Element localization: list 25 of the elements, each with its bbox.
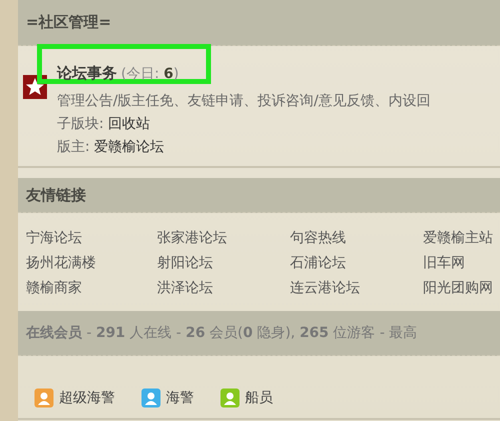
subforum-label: 子版块: <box>57 116 105 132</box>
user-group-label: 船员 <box>245 389 273 407</box>
friend-link[interactable]: 旧车网 <box>423 254 500 272</box>
online-summary: 在线会员 - 291 人在线 - 26 会员(0 隐身), 265 位游客 - 最高 <box>26 324 418 342</box>
friend-link[interactable]: 石浦论坛 <box>290 254 423 272</box>
moderator-link[interactable]: 爱赣榆论坛 <box>94 139 164 155</box>
friend-link[interactable]: 宁海论坛 <box>26 229 157 247</box>
forum-title-link[interactable]: 论坛事务 <box>57 64 117 83</box>
today-count: (今日: 6) <box>121 65 179 83</box>
user-group-label: 超级海警 <box>59 389 115 407</box>
friend-link[interactable]: 洪泽论坛 <box>157 279 290 297</box>
moderator-label: 版主: <box>57 139 91 155</box>
friend-link[interactable]: 爱赣榆主站 <box>423 229 500 247</box>
subforum-link[interactable]: 回收站 <box>108 116 150 132</box>
friend-link[interactable]: 扬州花满楼 <box>26 254 157 272</box>
user-group-label: 海警 <box>166 389 194 407</box>
category-title: =社区管理= <box>26 13 112 32</box>
friend-link[interactable]: 阳光团购网 <box>423 279 500 297</box>
forum-description: 管理公告/版主任免、友链申请、投诉咨询/意见反馈、内设回 <box>57 92 430 110</box>
friend-link[interactable]: 张家港论坛 <box>157 229 290 247</box>
friend-links-title: 友情链接 <box>26 186 86 204</box>
friend-link[interactable]: 赣榆商家 <box>26 279 157 297</box>
friend-link[interactable]: 句容热线 <box>290 229 423 247</box>
friend-link[interactable]: 连云港论坛 <box>290 279 423 297</box>
friend-link[interactable]: 射阳论坛 <box>157 254 290 272</box>
